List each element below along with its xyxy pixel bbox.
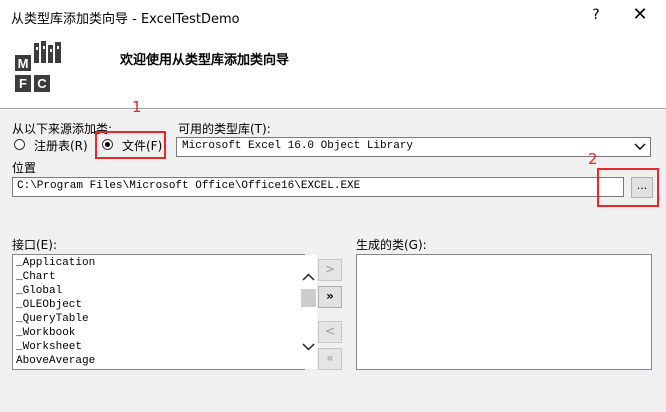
location-input[interactable]: C:\Program Files\Microsoft Office\Office… bbox=[12, 177, 624, 197]
browse-button[interactable]: ... bbox=[631, 177, 653, 198]
interfaces-label: 接口(E): bbox=[12, 238, 57, 252]
help-button[interactable]: ? bbox=[584, 7, 608, 23]
file-radio[interactable] bbox=[102, 139, 113, 150]
location-value: C:\Program Files\Microsoft Office\Office… bbox=[17, 180, 361, 192]
registry-radio[interactable] bbox=[14, 139, 25, 150]
logo-letter-m: M bbox=[18, 56, 29, 71]
registry-radio-option[interactable]: 注册表(R) bbox=[12, 137, 92, 153]
wizard-heading: 欢迎使用从类型库添加类向导 bbox=[120, 53, 290, 68]
scroll-down-icon[interactable] bbox=[300, 338, 317, 355]
annotation-number-2: 2 bbox=[588, 150, 598, 168]
location-label: 位置 bbox=[12, 161, 37, 175]
add-one-button[interactable]: > bbox=[318, 259, 342, 281]
remove-one-button[interactable]: < bbox=[318, 321, 342, 343]
registry-radio-label: 注册表(R) bbox=[34, 139, 88, 153]
list-item[interactable]: AboveAverage bbox=[16, 355, 95, 367]
scroll-thumb[interactable] bbox=[301, 289, 316, 307]
list-item[interactable]: _Workbook bbox=[16, 327, 75, 339]
list-item[interactable]: _QueryTable bbox=[16, 313, 89, 325]
generated-classes-list[interactable] bbox=[356, 254, 652, 370]
list-item[interactable]: _Global bbox=[16, 285, 62, 297]
add-all-button[interactable]: » bbox=[318, 286, 342, 308]
list-item[interactable]: _OLEObject bbox=[16, 299, 82, 311]
file-radio-option[interactable]: 文件(F) bbox=[100, 137, 162, 153]
annotation-number-1: 1 bbox=[132, 98, 142, 116]
chevron-down-icon[interactable] bbox=[634, 138, 646, 160]
interfaces-scrollbar[interactable] bbox=[300, 255, 317, 369]
list-item[interactable]: _Chart bbox=[16, 271, 56, 283]
type-library-select[interactable]: Microsoft Excel 16.0 Object Library bbox=[176, 137, 651, 157]
logo-letter-c: C bbox=[37, 76, 47, 91]
close-button[interactable]: ✕ bbox=[628, 4, 652, 25]
generated-classes-label: 生成的类(G): bbox=[356, 238, 427, 252]
type-library-value: Microsoft Excel 16.0 Object Library bbox=[182, 140, 414, 152]
list-item[interactable]: _Worksheet bbox=[16, 341, 82, 353]
library-label: 可用的类型库(T): bbox=[178, 122, 271, 136]
file-radio-label: 文件(F) bbox=[122, 139, 163, 153]
mfc-logo: M F C bbox=[14, 40, 64, 96]
logo-letter-f: F bbox=[19, 76, 27, 91]
title-bar: 从类型库添加类向导 - ExcelTestDemo ? ✕ bbox=[0, 0, 666, 34]
remove-all-button[interactable]: « bbox=[318, 348, 342, 370]
wizard-header bbox=[0, 34, 666, 108]
window-title: 从类型库添加类向导 - ExcelTestDemo bbox=[11, 12, 240, 27]
interfaces-list[interactable]: _Application _Chart _Global _OLEObject _… bbox=[12, 254, 317, 370]
scroll-up-icon[interactable] bbox=[300, 269, 317, 286]
list-item[interactable]: _Application bbox=[16, 257, 95, 269]
